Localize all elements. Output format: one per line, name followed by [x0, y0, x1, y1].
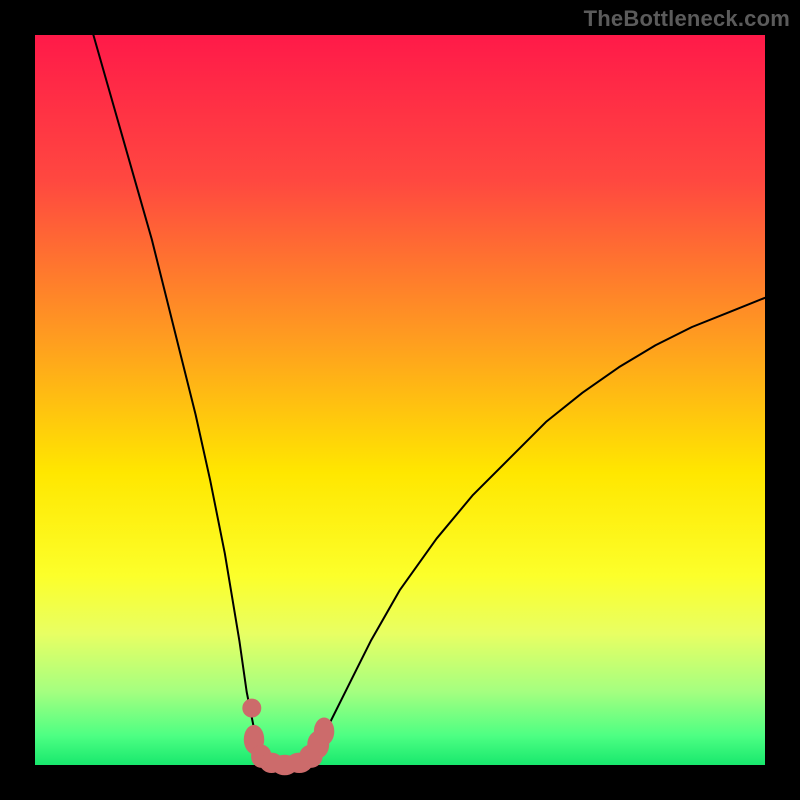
curve-markers — [242, 699, 334, 776]
marker — [314, 718, 334, 746]
watermark-text: TheBottleneck.com — [584, 6, 790, 32]
chart-svg — [35, 35, 765, 765]
plot-area — [35, 35, 765, 765]
outer-frame: TheBottleneck.com — [0, 0, 800, 800]
marker — [242, 699, 261, 718]
bottleneck-curve — [93, 35, 765, 765]
